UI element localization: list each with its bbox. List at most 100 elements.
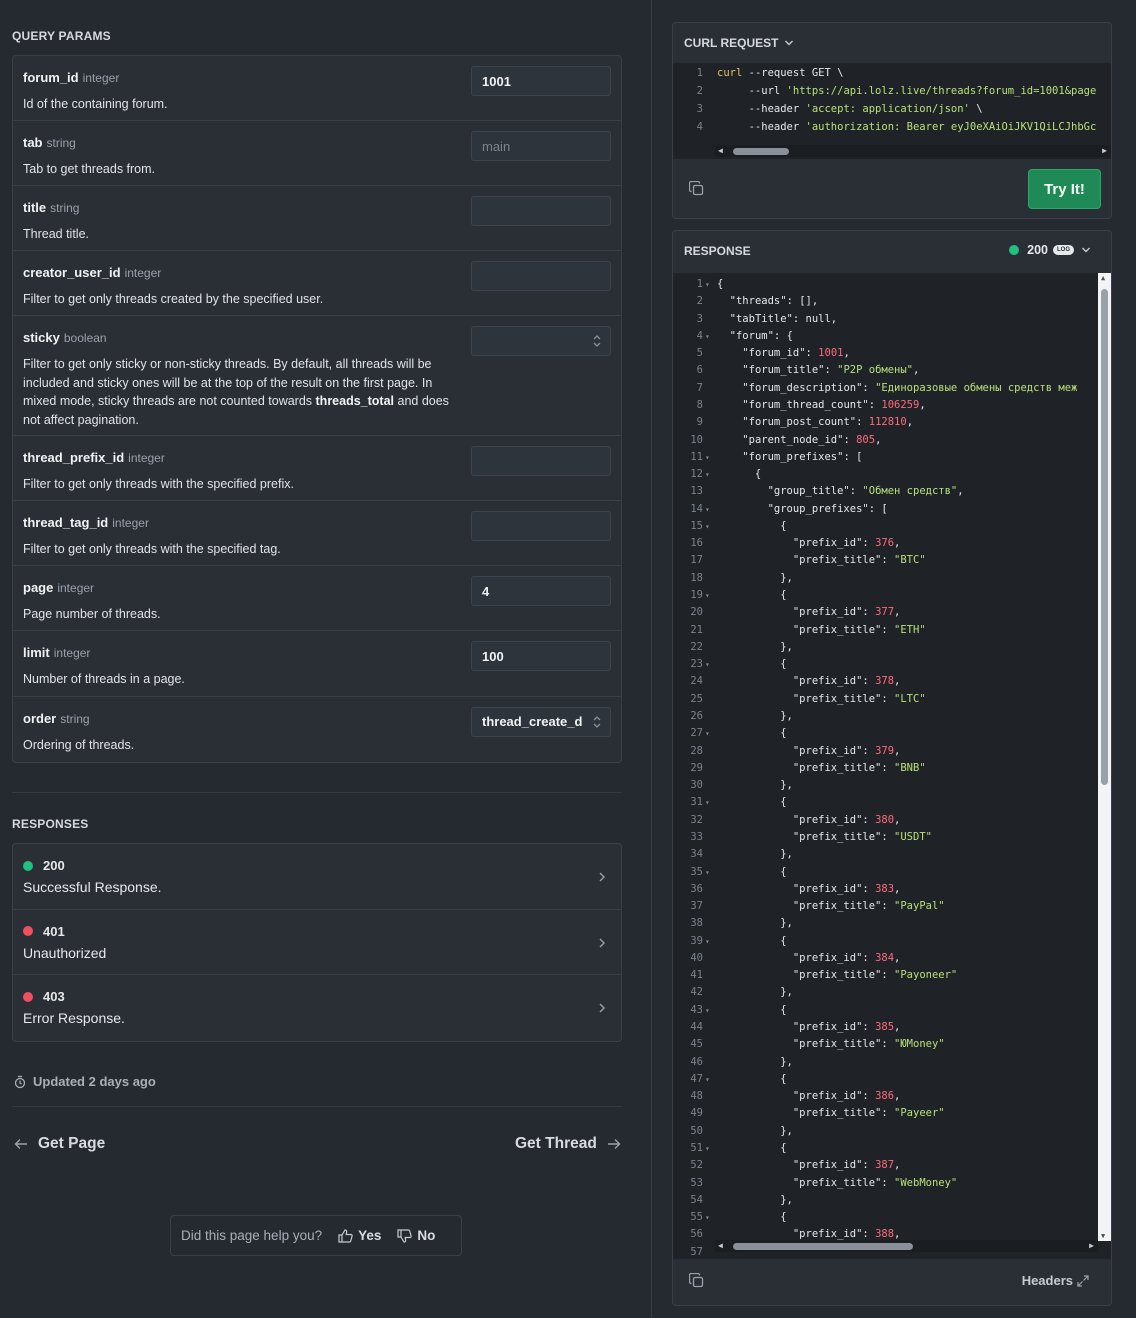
curl-code-block[interactable]: ◀ ▶ 1 curl --request GET \ 2 --url 'https:… [673,63,1111,159]
chevron-down-icon [785,40,794,46]
copy-icon [688,180,704,196]
line-number: 45 [690,1038,703,1051]
fold-toggle-icon[interactable]: ▾ [703,933,717,950]
code-line: 10 "parent_node_id": 805, [673,432,881,449]
response-status-selector[interactable]: 200 LOG [1009,243,1091,257]
scroll-down-arrow[interactable]: ▼ [1101,1232,1105,1240]
fold-toggle-icon[interactable]: ▾ [703,1002,717,1019]
code-line: 16 "prefix_id": 376, [673,535,900,552]
try-it-button[interactable]: Try It! [1028,169,1101,209]
log-badge[interactable]: LOG [1053,245,1074,255]
response-description: Error Response. [23,1010,125,1026]
scroll-right-arrow[interactable]: ▶ [1102,146,1107,155]
fold-toggle-icon[interactable]: ▾ [703,864,717,881]
param-name: sticky [23,330,60,345]
creator-user-id-input[interactable] [471,261,611,291]
sticky-select[interactable] [471,326,611,356]
line-number: 47 [690,1072,703,1085]
fold-toggle-icon[interactable]: ▾ [703,725,717,742]
code-text: "prefix_id": 387, [792,1159,901,1172]
fold-toggle-icon[interactable]: ▾ [703,276,717,293]
response-vertical-scrollbar[interactable]: ▲ ▼ [1098,273,1111,1241]
copy-response-button[interactable] [688,1272,704,1293]
scroll-thumb[interactable] [1101,289,1108,785]
code-text: "group_title": "Обмен средств", [767,485,964,498]
code-text: }, [717,571,793,584]
code-line: 5 "forum_id": 1001, [673,345,850,362]
order-select[interactable]: thread_create_d [471,707,611,737]
response-code-text: 403 [43,989,65,1004]
arrow-right-icon [607,1139,621,1149]
line-number: 43 [690,1003,703,1016]
scroll-thumb[interactable] [733,147,789,155]
response-401[interactable]: 401 Unauthorized [13,910,621,975]
code-line: 2 --url 'https://api.lolz.live/threads?f… [673,83,1097,100]
line-number: 34 [690,848,703,861]
fold-toggle-icon[interactable]: ▾ [703,518,717,535]
scroll-thumb[interactable] [733,1242,913,1250]
scroll-right-arrow[interactable]: ▶ [1089,1241,1094,1250]
scroll-up-arrow[interactable]: ▲ [1101,274,1105,282]
prev-page-link[interactable]: Get Page [14,1135,105,1153]
line-number: 1 [696,67,703,79]
code-text: "parent_node_id": 805, [742,433,882,446]
code-line: 4 ▾ "forum": { [673,328,793,345]
response-200[interactable]: 200 Successful Response. [13,844,621,910]
code-line: 14 ▾ "group_prefixes": [ [673,501,887,518]
code-line: 48 "prefix_id": 386, [673,1088,900,1105]
thread-prefix-id-input[interactable] [471,446,611,476]
fold-toggle-icon[interactable]: ▾ [703,1209,717,1226]
copy-curl-button[interactable] [688,180,704,201]
scroll-left-arrow[interactable]: ◀ [718,146,723,155]
curl-request-title: CURL REQUEST [684,36,779,50]
response-code: 200 [23,858,611,873]
curl-horizontal-scrollbar[interactable]: ◀ ▶ [715,145,1111,157]
next-page-link[interactable]: Get Thread [515,1135,621,1153]
thread-tag-id-input[interactable] [471,511,611,541]
fold-toggle-icon[interactable]: ▾ [703,794,717,811]
chevron-right-icon [597,936,607,948]
fold-toggle-icon[interactable]: ▾ [703,1071,717,1088]
param-name: thread_prefix_id [23,450,125,465]
fold-toggle-icon[interactable]: ▾ [703,466,717,483]
param-type: integer [53,646,91,660]
forum-id-input[interactable] [471,66,611,96]
response-403[interactable]: 403 Error Response. [13,975,621,1041]
code-line: 40 "prefix_id": 384, [673,950,900,967]
title-input[interactable] [471,196,611,226]
page-input[interactable] [471,576,611,606]
tab-input[interactable] [471,131,611,161]
code-line: 9 "forum_post_count": 112810, [673,414,913,431]
status-dot [23,991,33,1002]
fold-toggle-icon[interactable]: ▾ [703,328,717,345]
feedback-no-button[interactable]: No [397,1228,435,1243]
fold-toggle-icon[interactable]: ▾ [703,587,717,604]
code-line: 1 curl --request GET \ [673,65,844,82]
line-number: 3 [696,103,703,115]
fold-toggle-icon[interactable]: ▾ [703,449,717,466]
code-line: 24 "prefix_id": 378, [673,673,900,690]
fold-toggle-icon[interactable]: ▾ [703,656,717,673]
docs-column: QUERY PARAMS forum_id integer Id of the co… [0,0,652,1318]
fold-toggle-icon[interactable]: ▾ [703,1140,717,1157]
curl-request-header[interactable]: CURL REQUEST [673,23,1111,63]
feedback-yes-button[interactable]: Yes [338,1228,381,1243]
code-text: { [717,865,787,878]
fold-toggle-icon[interactable]: ▾ [703,501,717,518]
param-row-thread_prefix_id: thread_prefix_id integer Filter to get onl… [13,436,621,501]
response-code-block[interactable]: ▲ ▼ ◀ ▶ 1 ▾{2 "threads": [], 3 "tabTitle":… [673,273,1111,1259]
expand-icon [1077,1274,1089,1287]
code-text: --url 'https://api.lolz.live/threads?for… [748,85,1097,97]
line-number: 41 [690,969,703,982]
code-text: }, [717,1055,793,1068]
code-line: 34 }, [673,846,793,863]
divider [12,1106,622,1107]
code-text: "forum_id": 1001, [742,347,850,360]
code-text: --header 'accept: application/json' \ [748,103,983,115]
limit-input[interactable] [471,641,611,671]
headers-button[interactable]: Headers [1022,1273,1089,1288]
line-number: 48 [690,1090,703,1103]
code-line: 42 }, [673,984,793,1001]
param-description: Filter to get only threads created by th… [23,292,324,306]
status-dot [23,860,33,871]
